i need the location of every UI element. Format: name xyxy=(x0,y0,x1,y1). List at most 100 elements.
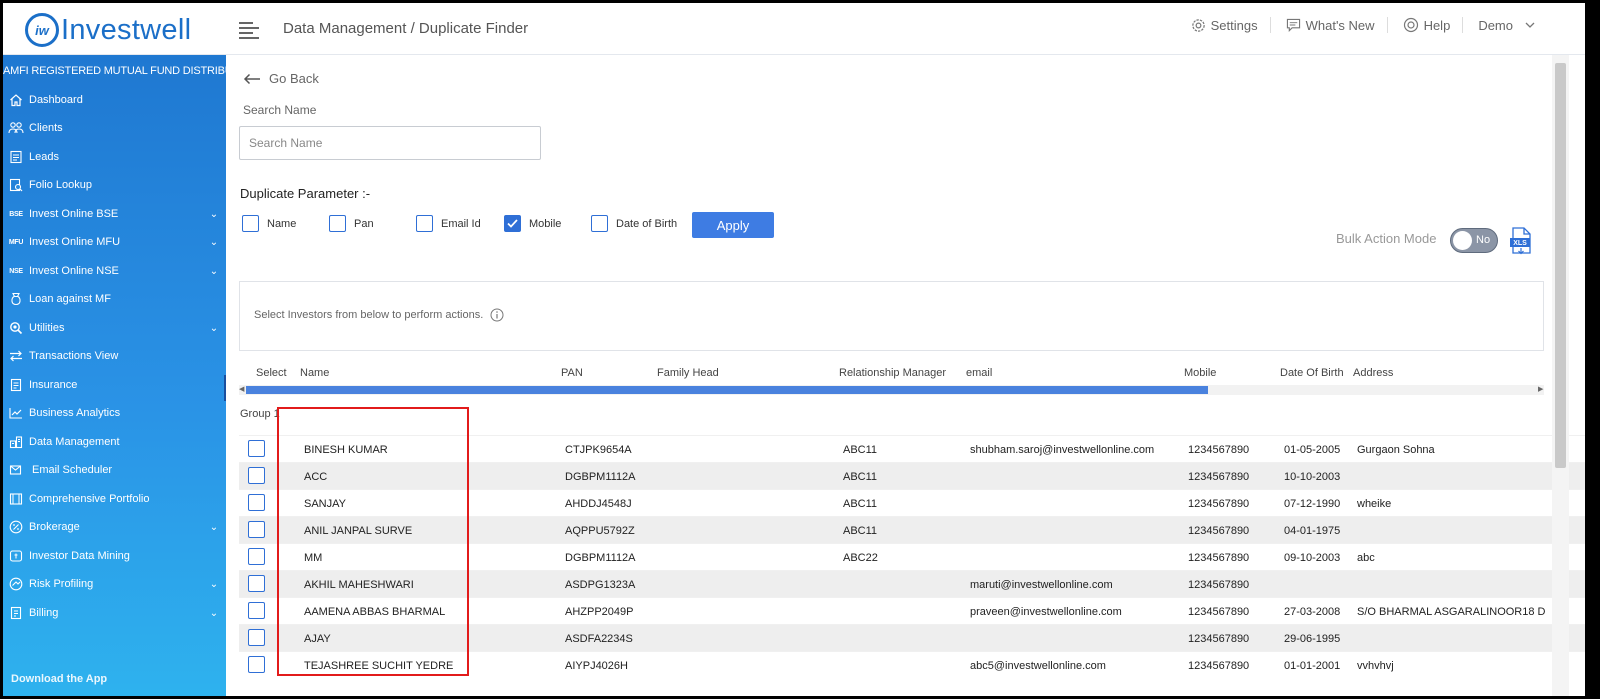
sidebar-item-insurance[interactable]: Insurance xyxy=(3,373,226,397)
mfu-icon: MFU xyxy=(8,238,24,246)
row-select-checkbox[interactable] xyxy=(248,440,265,457)
horizontal-scrollbar[interactable]: ◀ ▶ xyxy=(239,385,1544,395)
cell-address: S/O BHARMAL ASGARALINOOR18 D xyxy=(1357,606,1546,618)
param-label: Date of Birth xyxy=(616,217,678,230)
sidebar-item-transactions-view[interactable]: Transactions View xyxy=(3,344,226,368)
sidebar-item-label: Business Analytics xyxy=(29,407,121,419)
settings-link[interactable]: Settings xyxy=(1191,18,1258,33)
help-icon xyxy=(1403,17,1418,33)
folio-icon xyxy=(3,178,29,192)
column-header[interactable]: Family Head xyxy=(657,367,719,379)
sidebar-item-label: Invest Online NSE xyxy=(29,265,119,277)
vertical-scrollbar[interactable] xyxy=(1552,55,1569,696)
scrollbar-thumb[interactable] xyxy=(246,386,1208,394)
sidebar-item-label: Transactions View xyxy=(29,350,119,362)
scroll-right-icon[interactable]: ▶ xyxy=(1538,386,1544,394)
sidebar-item-brokerage[interactable]: Brokerage ⌄ xyxy=(3,515,226,539)
sidebar-item-data-management[interactable]: Data Management xyxy=(3,430,226,454)
sidebar-item-label: Brokerage xyxy=(29,521,80,533)
download-app-link[interactable]: Download the App xyxy=(11,673,107,685)
scroll-left-icon[interactable]: ◀ xyxy=(239,386,245,394)
sidebar-item-label: Dashboard xyxy=(29,94,83,106)
table-header: Select Name PAN Family Head Relationship… xyxy=(239,363,1544,385)
apply-button[interactable]: Apply xyxy=(692,212,774,238)
loan-icon xyxy=(3,292,29,306)
sidebar-item-clients[interactable]: Clients xyxy=(3,116,226,140)
cell-relationship-manager: ABC11 xyxy=(843,444,878,456)
search-name-input[interactable] xyxy=(239,126,541,160)
sidebar-item-invest-online-mfu[interactable]: MFU Invest Online MFU ⌄ xyxy=(3,230,226,254)
row-select-checkbox[interactable] xyxy=(248,467,265,484)
billing-icon xyxy=(3,606,29,620)
sidebar-item-label: Loan against MF xyxy=(29,293,111,305)
whats-new-link[interactable]: What's New xyxy=(1286,18,1375,33)
sidebar-item-utilities[interactable]: Utilities ⌄ xyxy=(3,316,226,340)
arrow-left-icon xyxy=(243,73,260,84)
bulk-action-label: Bulk Action Mode xyxy=(1336,231,1437,246)
sidebar-item-billing[interactable]: Billing ⌄ xyxy=(3,601,226,625)
go-back-link[interactable]: Go Back xyxy=(243,71,319,86)
chevron-down-icon: ⌄ xyxy=(209,265,219,277)
chevron-down-icon xyxy=(1525,22,1535,28)
checkbox[interactable] xyxy=(591,215,608,232)
chevron-down-icon: ⌄ xyxy=(209,322,219,334)
chat-icon xyxy=(1286,18,1300,32)
checkbox-checked[interactable] xyxy=(504,215,521,232)
row-select-checkbox[interactable] xyxy=(248,494,265,511)
cell-pan: DGBPM1112A xyxy=(565,471,636,483)
sidebar-item-risk-profiling[interactable]: Risk Profiling ⌄ xyxy=(3,572,226,596)
column-header[interactable]: Date Of Birth xyxy=(1280,367,1344,379)
sidebar-item-investor-data-mining[interactable]: Investor Data Mining xyxy=(3,544,226,568)
help-label: Help xyxy=(1423,17,1451,33)
column-header[interactable]: PAN xyxy=(561,367,583,379)
sidebar-item-email-scheduler[interactable]: Email Scheduler xyxy=(3,458,226,482)
sidebar-item-label: Risk Profiling xyxy=(29,578,94,590)
row-select-checkbox[interactable] xyxy=(248,602,265,619)
param-dob-checkbox[interactable]: Date of Birth xyxy=(591,215,677,232)
cell-pan: AQPPU5792Z xyxy=(565,525,635,537)
help-link[interactable]: Help xyxy=(1403,17,1451,33)
cell-mobile: 1234567890 xyxy=(1188,660,1250,672)
param-email-checkbox[interactable]: Email Id xyxy=(416,215,481,232)
column-header: Select xyxy=(256,367,287,379)
checkbox[interactable] xyxy=(329,215,346,232)
sidebar-item-invest-online-nse[interactable]: NSE Invest Online NSE ⌄ xyxy=(3,259,226,283)
bulk-action-toggle[interactable]: No xyxy=(1450,228,1498,253)
row-select-checkbox[interactable] xyxy=(248,629,265,646)
column-header[interactable]: Name xyxy=(300,367,329,379)
logo[interactable]: iw Investwell xyxy=(25,11,191,49)
checkbox[interactable] xyxy=(242,215,259,232)
sidebar-item-label: Invest Online BSE xyxy=(29,208,119,220)
chevron-down-icon: ⌄ xyxy=(209,607,219,619)
param-name-checkbox[interactable]: Name xyxy=(242,215,296,232)
param-mobile-checkbox[interactable]: Mobile xyxy=(504,215,561,232)
checkbox[interactable] xyxy=(416,215,433,232)
sidebar-item-folio-lookup[interactable]: Folio Lookup xyxy=(3,173,226,197)
xls-download-icon[interactable]: XLS xyxy=(1509,227,1533,255)
email-icon xyxy=(3,463,29,477)
column-header[interactable]: email xyxy=(966,367,992,379)
chevron-down-icon: ⌄ xyxy=(209,236,219,248)
menu-toggle-icon[interactable] xyxy=(239,19,259,39)
row-select-checkbox[interactable] xyxy=(248,575,265,592)
sidebar-item-dashboard[interactable]: Dashboard xyxy=(3,88,226,112)
chevron-down-icon: ⌄ xyxy=(209,578,219,590)
info-icon[interactable] xyxy=(490,308,504,322)
row-select-checkbox[interactable] xyxy=(248,656,265,673)
sidebar-item-invest-online-bse[interactable]: BSE Invest Online BSE ⌄ xyxy=(3,202,226,226)
cell-dob: 09-10-2003 xyxy=(1284,552,1341,564)
sidebar-item-label: Leads xyxy=(29,151,59,163)
row-select-checkbox[interactable] xyxy=(248,521,265,538)
sidebar-item-leads[interactable]: Leads xyxy=(3,145,226,169)
param-pan-checkbox[interactable]: Pan xyxy=(329,215,374,232)
sidebar-item-business-analytics[interactable]: Business Analytics xyxy=(3,401,226,425)
user-menu[interactable]: Demo xyxy=(1478,18,1540,33)
column-header[interactable]: Address xyxy=(1353,367,1393,379)
scrollbar-thumb[interactable] xyxy=(1555,63,1566,468)
column-header[interactable]: Relationship Manager xyxy=(839,367,946,379)
sidebar-item-comprehensive-portfolio[interactable]: Comprehensive Portfolio xyxy=(3,487,226,511)
sidebar-item-loan-against-mf[interactable]: Loan against MF xyxy=(3,287,226,311)
column-header[interactable]: Mobile xyxy=(1184,367,1216,379)
row-select-checkbox[interactable] xyxy=(248,548,265,565)
sidebar-item-label: Comprehensive Portfolio xyxy=(29,493,150,505)
